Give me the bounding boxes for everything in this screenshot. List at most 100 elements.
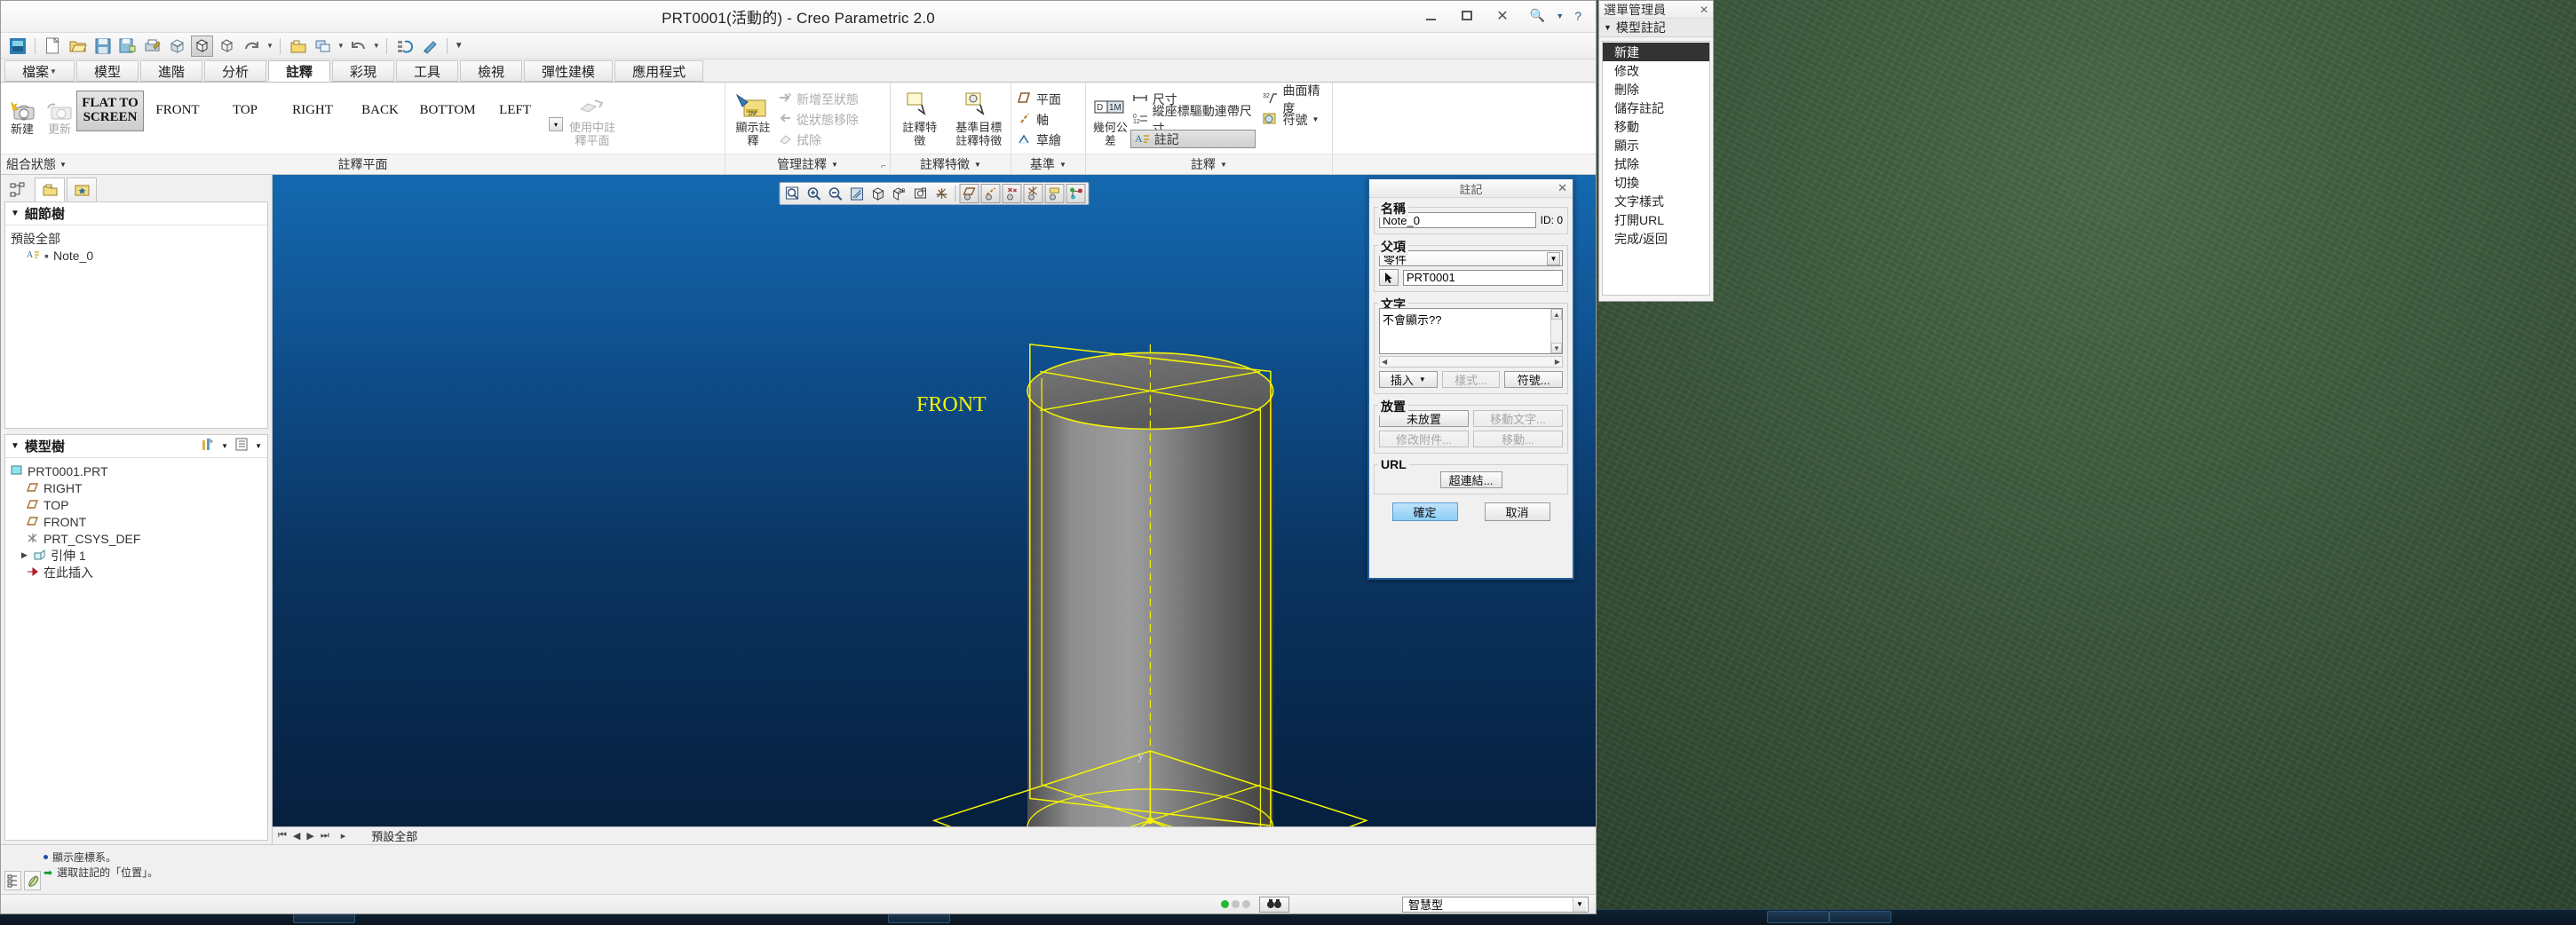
modify-attachment-button[interactable]: 修改附件... [1379, 431, 1469, 447]
wireframe-icon[interactable] [216, 36, 238, 57]
scroll-up-icon[interactable]: ▲ [1551, 309, 1562, 320]
chevron-down-icon[interactable]: ▼ [59, 161, 67, 169]
remove-from-state-button[interactable]: 從狀態移除 [776, 109, 859, 130]
add-to-state-button[interactable]: 新增至狀態 [776, 89, 859, 109]
datum-axis-button[interactable]: 軸 [1016, 109, 1061, 130]
model-tree-item-top[interactable]: TOP [9, 496, 264, 513]
print-icon[interactable] [141, 36, 163, 57]
dialog-launcher-icon[interactable]: ⌐ [881, 162, 886, 171]
detail-tree-root[interactable]: 預設全部 [9, 230, 264, 247]
menu-item-show[interactable]: 顯示 [1603, 136, 1709, 154]
undo-icon[interactable] [347, 36, 369, 57]
datum-target-annotation-feature-button[interactable]: 基準目標 註釋特徵 [952, 85, 1006, 147]
favorites-tab[interactable] [67, 178, 97, 202]
taskbar-button[interactable] [1829, 911, 1891, 923]
window-icon[interactable] [312, 36, 334, 57]
surface-finish-button[interactable]: 32 曲面精度 [1261, 83, 1328, 115]
tab-view[interactable]: 檢視 [460, 60, 523, 82]
menu-item-modify[interactable]: 修改 [1603, 61, 1709, 80]
appearance-icon[interactable] [418, 36, 440, 57]
model-tree-item-right[interactable]: RIGHT [9, 479, 264, 496]
parent-pick-button[interactable] [1379, 269, 1399, 286]
note-text-area[interactable]: 不會顯示?? ▲ ▼ [1379, 308, 1563, 354]
folder-browser-tab[interactable] [35, 178, 65, 202]
menu-item-save-note[interactable]: 儲存註記 [1603, 99, 1709, 117]
scroll-right-icon[interactable]: ▶ [1555, 358, 1562, 366]
chevron-down-icon[interactable]: ▼ [1220, 161, 1227, 169]
tab-annotation[interactable]: 註釋 [267, 60, 330, 82]
tab-advanced[interactable]: 進階 [139, 60, 202, 82]
tab-file[interactable]: 檔案 ▼ [4, 60, 75, 82]
move-button[interactable]: 移動... [1473, 431, 1563, 447]
chevron-down-icon[interactable]: ▼ [221, 442, 228, 450]
tab-render[interactable]: 彩現 [332, 60, 395, 82]
model-tree-item-insert-here[interactable]: 在此插入 [9, 564, 264, 581]
note-text-hscrollbar[interactable]: ◀ ▶ [1379, 356, 1563, 368]
model-tree-tab[interactable] [3, 178, 33, 202]
tab-tools[interactable]: 工具 [396, 60, 459, 82]
active-annotation-plane-button[interactable]: 使用中註 釋平面 [567, 85, 618, 147]
chevron-down-icon[interactable]: ▼ [1573, 897, 1586, 912]
symbol-button[interactable]: 符號 ▼ [1261, 109, 1328, 130]
geometric-tolerance-button[interactable]: D 1M 幾何公 差 [1090, 85, 1130, 147]
show-annotations-button[interactable]: 1M 顯示註 釋 [730, 85, 776, 147]
chevron-down-icon[interactable]: ▼ [1312, 115, 1320, 123]
ok-button[interactable]: 確定 [1391, 502, 1458, 521]
display-style-icon[interactable] [191, 35, 213, 57]
chevron-down-icon[interactable]: ▼ [831, 161, 838, 169]
model-tree-toggle-icon[interactable] [4, 871, 21, 890]
sketch-button[interactable]: 草繪 [1016, 130, 1061, 150]
play-state-button[interactable]: ▸ [341, 830, 346, 842]
more-views-button[interactable]: ▾ [549, 117, 563, 131]
view-front-button[interactable]: FRONT [144, 91, 211, 131]
chevron-down-icon[interactable]: ▼ [1419, 376, 1426, 383]
style-button[interactable]: 樣式... [1441, 371, 1501, 388]
close-button[interactable]: ✕ [1494, 9, 1510, 23]
model-tree-item-extrude[interactable]: ▶ 引伸 1 [9, 547, 264, 564]
feather-icon[interactable] [24, 871, 41, 890]
save-icon[interactable] [91, 36, 114, 57]
close-icon[interactable]: ✕ [1700, 4, 1708, 16]
model-tree-item-part[interactable]: PRT0001.PRT [9, 462, 264, 479]
insert-button[interactable]: 插入 ▼ [1379, 371, 1438, 388]
chevron-down-icon[interactable]: ▼ [1556, 12, 1564, 20]
move-text-button[interactable]: 移動文字... [1473, 410, 1563, 427]
save-as-icon[interactable] [116, 36, 139, 57]
tab-flexible-modeling[interactable]: 彈性建模 [524, 60, 614, 82]
tools-icon[interactable] [200, 438, 215, 455]
tab-analysis[interactable]: 分析 [203, 60, 266, 82]
view-top-button[interactable]: TOP [211, 91, 279, 131]
chevron-down-icon[interactable]: ▼ [1059, 161, 1066, 169]
menu-item-delete[interactable]: 刪除 [1603, 80, 1709, 99]
list-icon[interactable] [234, 438, 249, 455]
shaded-view-icon[interactable] [166, 36, 188, 57]
chevron-down-icon[interactable]: ▼ [1547, 251, 1560, 265]
tab-applications[interactable]: 應用程式 [614, 60, 704, 82]
expander-icon[interactable]: ▶ [21, 550, 29, 560]
menu-item-done-return[interactable]: 完成/返回 [1603, 229, 1709, 248]
update-annotation-plane-button[interactable]: 更新 [43, 87, 76, 137]
window-caret-icon[interactable]: ▼ [337, 42, 345, 50]
first-state-button[interactable]: ⏮ [278, 830, 287, 842]
view-left-button[interactable]: LEFT [481, 91, 549, 131]
tab-model[interactable]: 模型 [75, 60, 139, 82]
menu-item-move[interactable]: 移動 [1603, 117, 1709, 136]
new-file-icon[interactable] [42, 36, 64, 57]
symbol-button[interactable]: 符號... [1504, 371, 1564, 388]
menu-item-new[interactable]: 新建 [1603, 43, 1709, 61]
reopen-icon[interactable] [287, 36, 309, 57]
datum-plane-button[interactable]: 平面 [1016, 89, 1061, 109]
menu-item-switch[interactable]: 切換 [1603, 173, 1709, 192]
redo-icon[interactable] [241, 36, 263, 57]
model-tree-item-front[interactable]: FRONT [9, 513, 264, 530]
undo-caret-icon[interactable]: ▼ [373, 42, 380, 50]
ordinate-driven-dimension-button[interactable]: 0 12 縱座標驅動連帶尺寸 [1130, 104, 1256, 136]
taskbar-button[interactable] [1767, 911, 1829, 923]
erase-annotations-button[interactable]: 拭除 [776, 130, 859, 150]
creo-logo-icon[interactable] [6, 36, 28, 57]
menu-item-erase[interactable]: 拭除 [1603, 154, 1709, 173]
selection-filter-combo[interactable]: 智慧型 ▼ [1402, 896, 1589, 913]
prev-state-button[interactable]: ◀ [293, 830, 300, 842]
view-bottom-button[interactable]: BOTTOM [414, 91, 481, 131]
hyperlink-button[interactable]: 超連結... [1439, 471, 1502, 488]
